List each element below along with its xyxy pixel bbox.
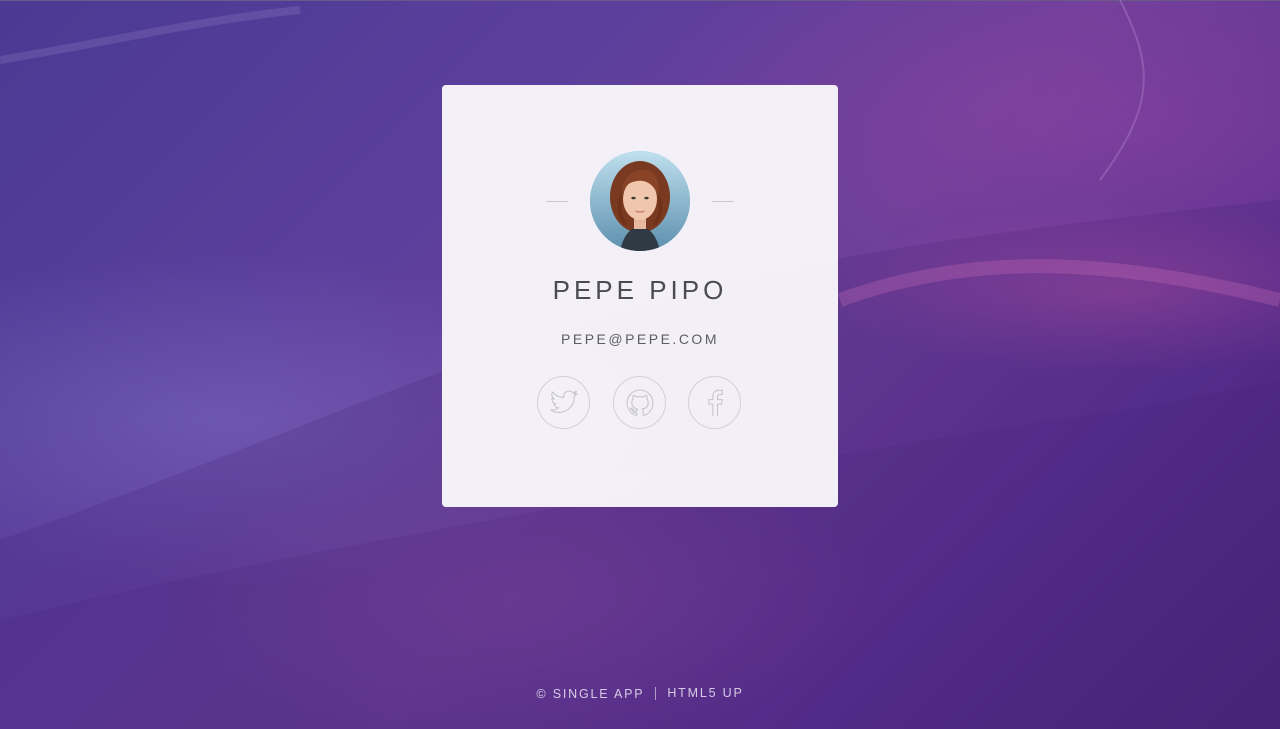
twitter-button[interactable] bbox=[537, 376, 590, 429]
footer: © SINGLE APP HTML5 UP bbox=[0, 686, 1280, 701]
social-links bbox=[537, 376, 743, 431]
profile-card: PEPE PIPO PEPE@PEPE.COM bbox=[442, 85, 838, 507]
facebook-button[interactable] bbox=[688, 376, 741, 429]
top-border bbox=[0, 0, 1280, 1]
profile-name: PEPE PIPO bbox=[552, 275, 728, 305]
profile-email[interactable]: PEPE@PEPE.COM bbox=[442, 331, 838, 347]
github-icon bbox=[625, 388, 654, 416]
facebook-icon bbox=[707, 389, 723, 416]
avatar-divider-left bbox=[546, 201, 568, 202]
avatar-divider-right bbox=[712, 201, 734, 202]
avatar-row bbox=[442, 151, 838, 251]
footer-copyright: © SINGLE APP bbox=[536, 686, 645, 701]
github-button[interactable] bbox=[613, 376, 666, 429]
avatar-photo bbox=[590, 151, 690, 251]
footer-separator bbox=[655, 687, 657, 701]
avatar bbox=[590, 151, 690, 251]
twitter-icon bbox=[549, 389, 578, 413]
footer-credit-link[interactable]: HTML5 UP bbox=[667, 686, 743, 700]
